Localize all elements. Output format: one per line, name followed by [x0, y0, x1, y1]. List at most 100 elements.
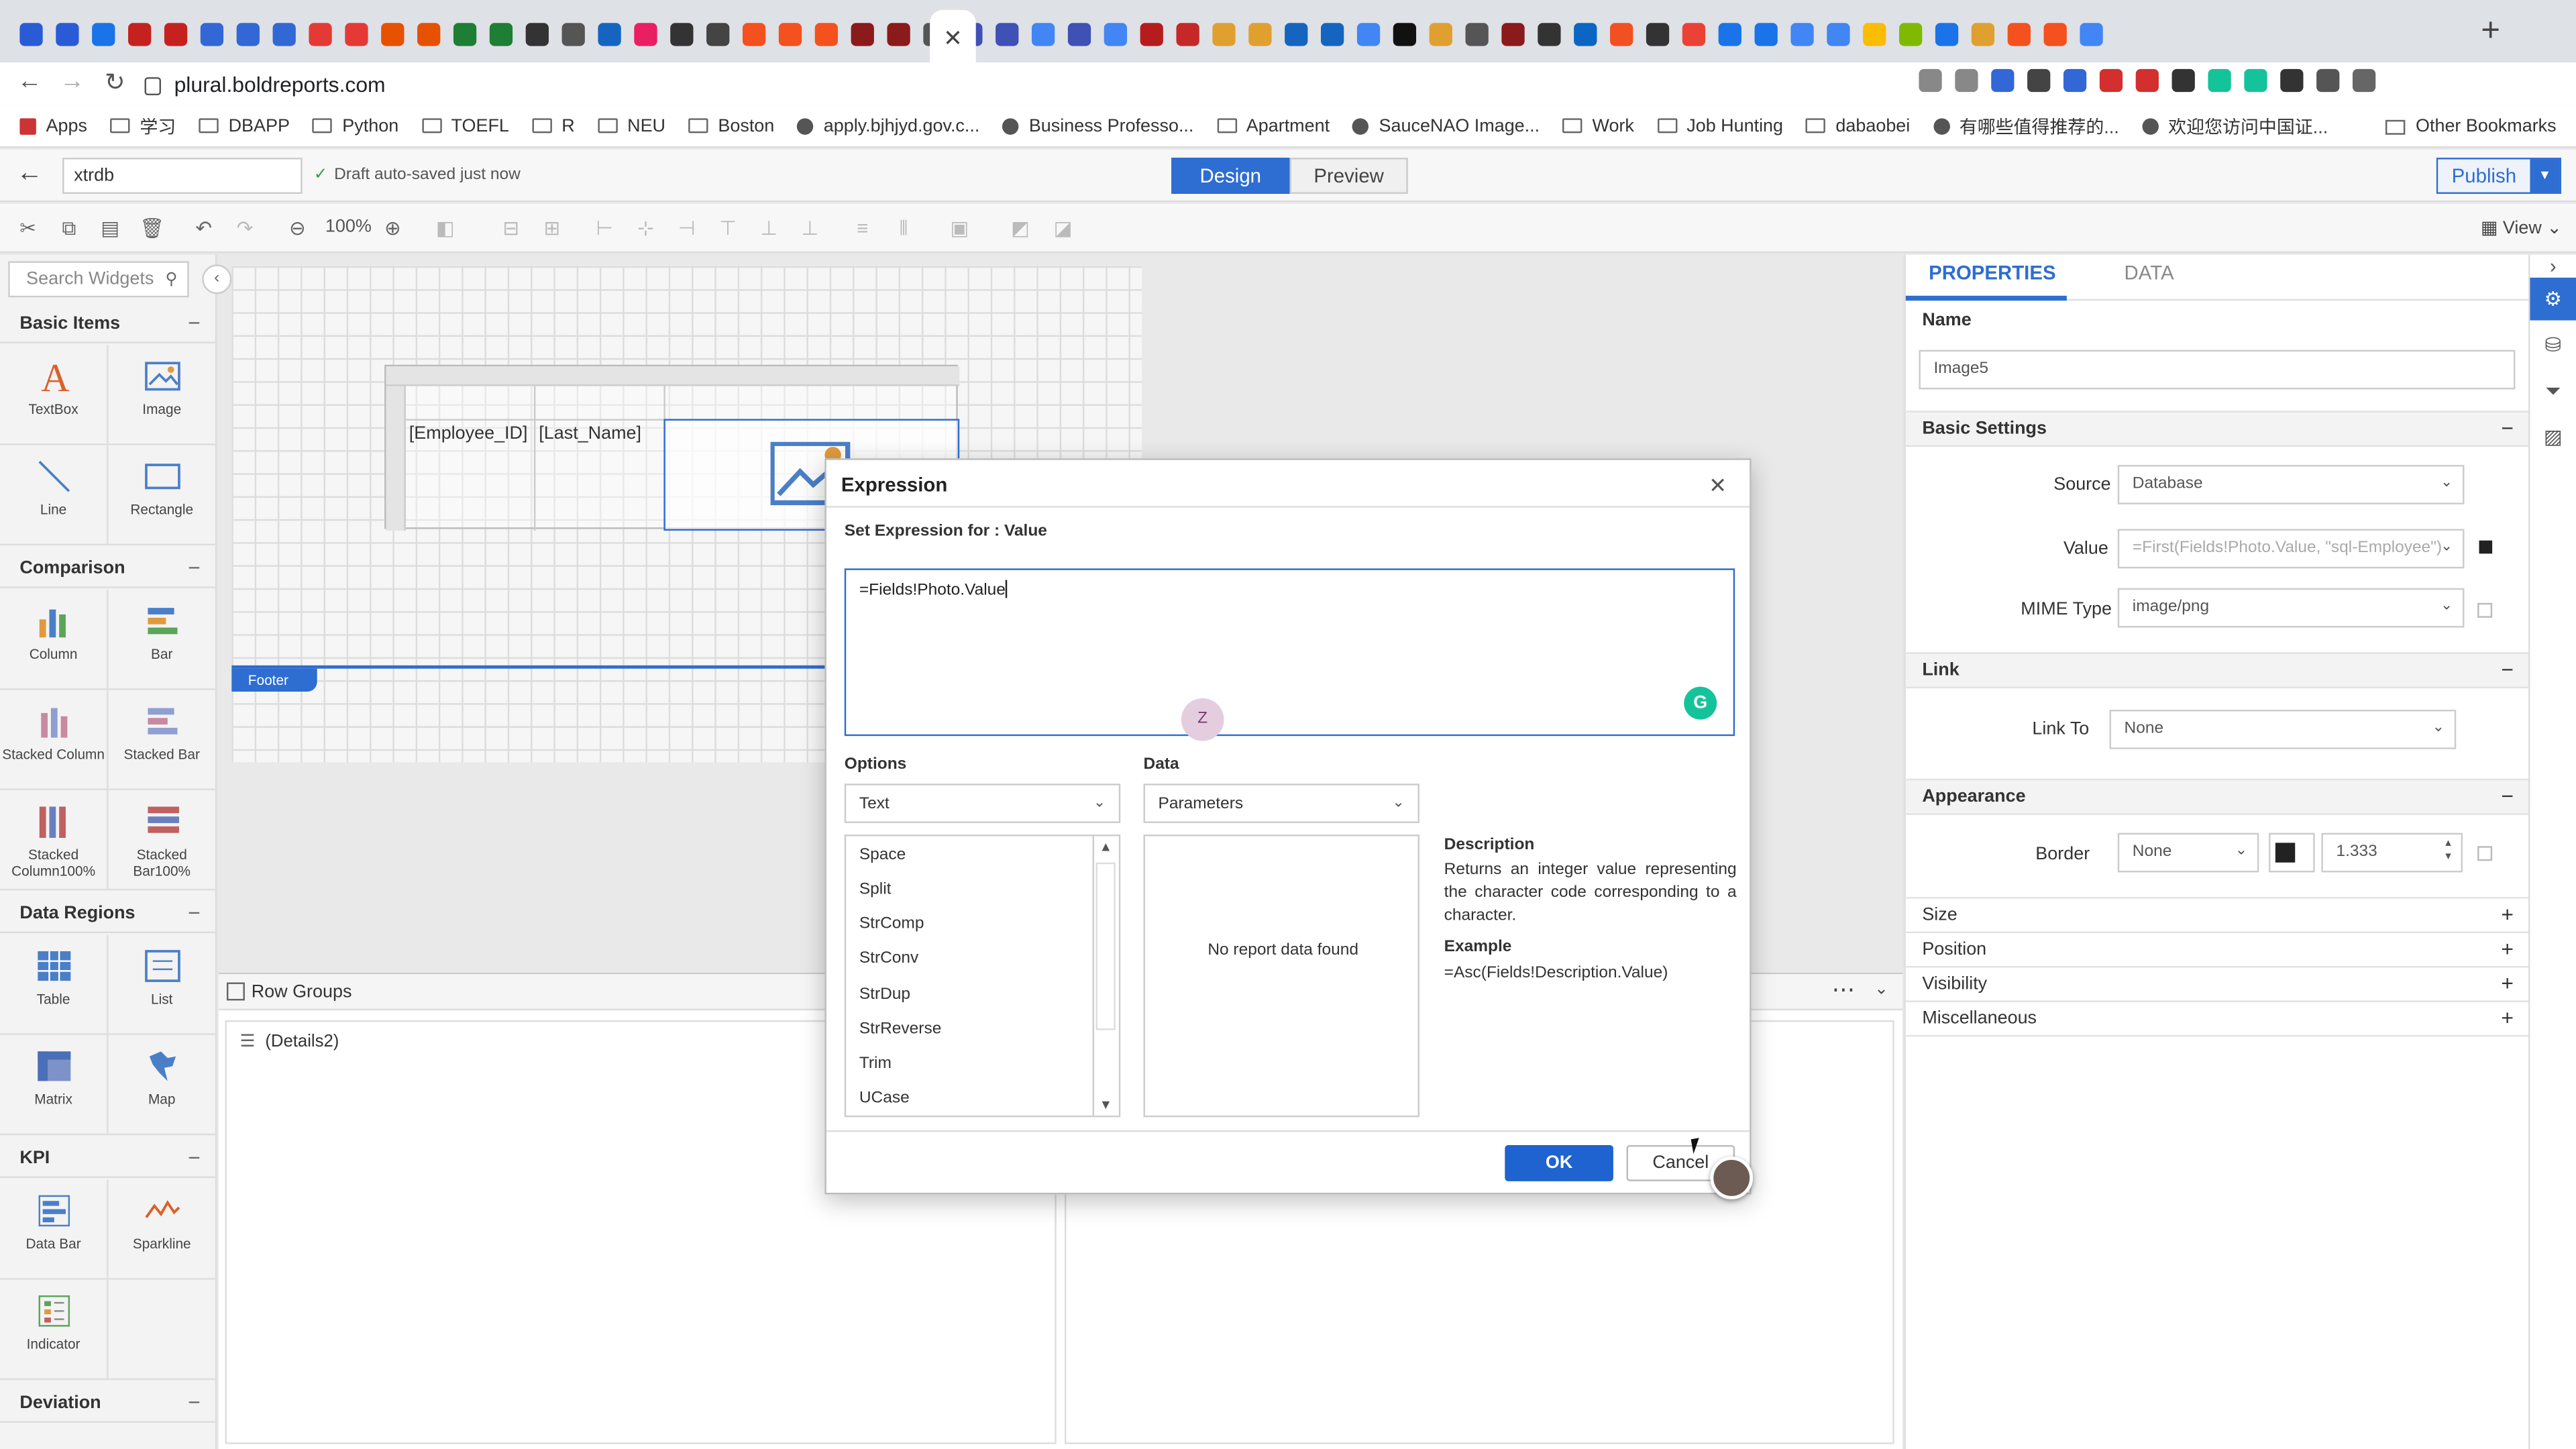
gear-icon[interactable]: ⚙ — [2542, 288, 2565, 311]
tab-data[interactable]: DATA — [2125, 261, 2174, 284]
extension-icon[interactable] — [2099, 68, 2123, 93]
bookmark-item[interactable]: 有哪些值得推荐的... — [1933, 113, 2119, 139]
bookmark-item[interactable]: Job Hunting — [1657, 116, 1783, 136]
copy-icon[interactable]: ⧉ — [58, 217, 80, 239]
bookmark-item[interactable]: apply.bjhjyd.gov.c... — [797, 116, 979, 136]
source-select[interactable]: Database ⌄ — [2117, 465, 2465, 504]
database-icon[interactable]: ⛁ — [2542, 333, 2565, 356]
widget-textbox[interactable]: A TextBox — [0, 345, 109, 445]
bookmark-item[interactable]: Boston — [688, 116, 774, 136]
tab-favicon[interactable] — [1965, 16, 2001, 52]
extension-icon[interactable] — [2352, 68, 2376, 93]
app-back-icon[interactable]: ← — [16, 160, 42, 189]
collapse-icon[interactable]: − — [188, 1145, 201, 1170]
name-input[interactable]: Image5 — [1919, 350, 2516, 390]
align-left-icon[interactable]: ⊢ — [593, 217, 616, 239]
tab-favicon[interactable] — [1423, 16, 1459, 52]
active-tab-close-button[interactable]: ✕ — [930, 9, 976, 66]
bookmark-item[interactable]: Apartment — [1216, 116, 1330, 136]
category-deviation[interactable]: Deviation − — [0, 1387, 215, 1423]
scrollbar-thumb[interactable] — [1095, 862, 1116, 1030]
widget-bar[interactable]: Bar — [108, 590, 215, 690]
collapse-icon[interactable]: − — [188, 900, 201, 925]
expand-panel-icon[interactable]: › — [2542, 255, 2565, 278]
align-top-icon[interactable]: ⊤ — [716, 217, 739, 239]
publish-button[interactable]: Publish — [2438, 159, 2530, 193]
category-comparison[interactable]: Comparison − — [0, 552, 215, 588]
tab-favicon[interactable] — [1676, 16, 1712, 52]
bookmark-item[interactable]: SauceNAO Image... — [1352, 116, 1540, 136]
align-right-icon[interactable]: ⊣ — [676, 217, 698, 239]
tab-favicon[interactable] — [1242, 16, 1278, 52]
table-cell-employee-id[interactable]: [Employee_ID] — [409, 424, 528, 443]
widget-search-input[interactable]: Search Widgets ⚲ — [8, 261, 189, 298]
tab-favicon[interactable] — [2037, 16, 2074, 52]
arrange-icon[interactable]: ▣ — [948, 217, 971, 239]
tab-favicon[interactable] — [1134, 16, 1170, 52]
tab-favicon[interactable] — [881, 16, 917, 52]
align-center-icon[interactable]: ⊹ — [634, 217, 657, 239]
widget-data-bar[interactable]: Data Bar — [0, 1179, 109, 1280]
widget-sparkline[interactable]: Sparkline — [108, 1179, 215, 1280]
widget-stacked-column100[interactable]: Stacked Column100% — [0, 790, 109, 891]
other-bookmarks[interactable]: Other Bookmarks — [2385, 117, 2557, 136]
tab-favicon[interactable] — [194, 16, 230, 52]
extension-icon[interactable] — [2244, 68, 2267, 93]
view-menu-button[interactable]: ▦ View ⌄ — [2481, 217, 2562, 238]
tab-favicon[interactable] — [519, 16, 555, 52]
tab-favicon[interactable] — [845, 16, 881, 52]
tab-favicon[interactable] — [230, 16, 266, 52]
group-item-details[interactable]: ☰ (Details2) — [240, 1032, 350, 1051]
category-kpi[interactable]: KPI − — [0, 1142, 215, 1178]
tab-favicon[interactable] — [411, 16, 447, 52]
footer-label[interactable]: Footer — [231, 668, 317, 692]
tab-favicon[interactable] — [374, 16, 411, 52]
tab-favicon[interactable] — [808, 16, 845, 52]
tab-favicon[interactable] — [663, 16, 700, 52]
design-tab[interactable]: Design — [1171, 158, 1290, 194]
tab-favicon[interactable] — [628, 16, 664, 52]
extension-icon[interactable] — [1991, 68, 2015, 93]
mime-expression-checkbox[interactable] — [2477, 602, 2493, 618]
align-bottom-icon[interactable]: ⊥ — [798, 217, 821, 239]
tab-favicon[interactable] — [266, 16, 303, 52]
ok-button[interactable]: OK — [1505, 1144, 1613, 1181]
more-options-icon[interactable]: ⋯ — [1832, 976, 1855, 1004]
tab-favicon[interactable] — [1712, 16, 1748, 52]
tab-favicon[interactable] — [158, 16, 194, 52]
collapse-icon[interactable]: − — [188, 555, 201, 580]
link-to-select[interactable]: None ⌄ — [2109, 709, 2457, 749]
tab-favicon[interactable] — [1640, 16, 1676, 52]
tab-favicon[interactable] — [1495, 16, 1532, 52]
collapse-widget-panel-icon[interactable]: ‹ — [202, 264, 232, 294]
data-select[interactable]: Parameters ⌄ — [1143, 784, 1419, 823]
extension-icon[interactable] — [2171, 68, 2195, 93]
widget-map[interactable]: Map — [108, 1034, 215, 1136]
section-size[interactable]: Size + — [1905, 897, 2530, 934]
list-item[interactable]: StrComp — [859, 915, 924, 933]
tab-favicon[interactable] — [1929, 16, 1965, 52]
delete-icon[interactable]: 🗑 — [140, 217, 164, 239]
collapse-panel-icon[interactable]: ⌄ — [1874, 981, 1888, 999]
extension-icon[interactable] — [2208, 68, 2231, 93]
expand-icon[interactable]: + — [2501, 1006, 2514, 1030]
tab-favicon[interactable] — [1567, 16, 1603, 52]
bookmark-item[interactable]: 学习 — [110, 113, 176, 139]
list-item[interactable]: StrDup — [859, 985, 910, 1004]
zoom-out-icon[interactable]: ⊖ — [286, 217, 309, 239]
tab-favicon[interactable] — [772, 16, 808, 52]
extension-icon[interactable] — [2316, 68, 2340, 93]
widget-line[interactable]: Line — [0, 445, 109, 546]
section-visibility[interactable]: Visibility + — [1905, 966, 2530, 1002]
collapse-icon[interactable]: − — [188, 1390, 201, 1415]
grammarly-icon[interactable]: G — [1684, 686, 1717, 720]
back-icon[interactable]: ← — [13, 67, 46, 95]
bookmark-item[interactable]: TOEFL — [421, 116, 509, 136]
reload-icon[interactable]: ↻ — [99, 67, 131, 97]
section-position[interactable]: Position + — [1905, 931, 2530, 968]
value-select[interactable]: =First(Fields!Photo.Value, "sql-Employee… — [2117, 529, 2465, 569]
section-appearance[interactable]: Appearance − — [1905, 778, 2530, 815]
tab-favicon[interactable] — [1350, 16, 1387, 52]
preview-tab[interactable]: Preview — [1289, 158, 1408, 194]
widget-stacked-bar100[interactable]: Stacked Bar100% — [108, 790, 215, 891]
